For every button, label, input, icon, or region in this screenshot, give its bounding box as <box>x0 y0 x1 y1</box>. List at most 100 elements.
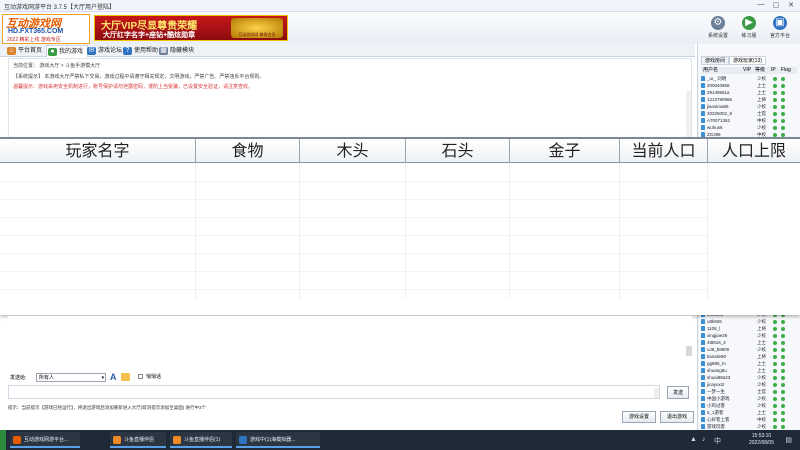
recipient-select[interactable]: 所有人 ▾ <box>36 373 106 382</box>
taskbar-item[interactable]: 斗鱼直播伴侣(1) <box>170 432 232 448</box>
clock-date: 2022/08/05 <box>748 440 774 446</box>
user-rank: 上将 <box>757 326 766 331</box>
game-icon: ▶ <box>742 16 756 30</box>
user-list-item[interactable]: 5_1游客 上士 <box>701 410 797 416</box>
tab-players[interactable]: 游戏玩家(13) <box>729 56 766 65</box>
flag-icon <box>781 91 785 95</box>
system-tray: ▲ ♪ 中 15:53:10 2022/08/05 ▤ <box>686 432 796 448</box>
avatar-icon <box>701 83 705 88</box>
official-platform-button[interactable]: ▣ 官方平台 <box>766 14 794 44</box>
user-list-header: 用户名 VIP 等级 IP Flag <box>701 67 797 74</box>
flag-icon <box>781 341 785 345</box>
avatar-icon <box>701 319 705 324</box>
site-logo[interactable]: 互动游戏网 HD.FXT365.COM 2022 精彩上线 游戏专区 <box>2 14 90 44</box>
user-list-item[interactable]: 29149561a 上士 <box>701 90 797 96</box>
user-list-item[interactable]: A70071362 中校 <box>701 118 797 124</box>
table-row-line <box>0 235 710 236</box>
system-settings-button[interactable]: ⚙ 系统设置 <box>704 14 732 44</box>
clock[interactable]: 15:53:10 2022/08/05 <box>749 433 774 447</box>
user-list-item[interactable]: 小鸡过客 少校 <box>701 403 797 409</box>
status-icon <box>773 98 777 102</box>
folder-icon[interactable] <box>121 373 130 381</box>
user-list-item[interactable]: 心好客上客 中校 <box>701 417 797 423</box>
user-rank: 少校 <box>757 375 766 380</box>
user-list-item[interactable]: jiaosima66 少校 <box>701 104 797 110</box>
user-rank: 上士 <box>757 368 766 373</box>
taskbar-item[interactable]: 斗鱼直播伴侣 <box>110 432 166 448</box>
user-name: shuai88a23 <box>707 375 731 380</box>
tab-home[interactable]: ⌂ 平台首页 <box>6 45 42 57</box>
minimize-button[interactable]: — <box>754 1 768 8</box>
user-list-item[interactable]: shuai88a23 少校 <box>701 375 797 381</box>
vip-banner[interactable]: 大厅VIP尽显尊贵荣耀 大厅红字名字+座钻+酷炫勋章 互动游戏网 尊贵会员 <box>94 15 288 41</box>
game-settings-button[interactable]: 游戏设置 <box>622 411 656 423</box>
taskbar-item[interactable]: 互动游戏网游平台... <box>10 432 80 448</box>
flag-icon <box>781 404 785 408</box>
status-icon <box>773 327 777 331</box>
status-icon <box>773 105 777 109</box>
avatar-icon <box>701 97 705 102</box>
table-body <box>0 163 800 317</box>
message-scrollbar[interactable] <box>654 388 659 398</box>
lower-scrollbar[interactable] <box>686 346 692 356</box>
user-name: 游戏玩客 <box>707 424 725 429</box>
gear-icon: ⚙ <box>711 16 725 30</box>
col-food[interactable]: 食物 <box>196 139 300 163</box>
col-player-name[interactable]: 玩家名字 <box>0 139 196 163</box>
logo-domain: HD.FXT365.COM <box>8 28 64 35</box>
user-list-item[interactable]: 200040956 上士 <box>701 83 797 89</box>
whisper-checkbox[interactable] <box>138 374 143 379</box>
close-button[interactable]: ✕ <box>784 1 798 9</box>
input-method-icon[interactable]: 中 <box>714 436 721 446</box>
user-list-item[interactable]: u8k926 少校 <box>701 319 797 325</box>
taskbar-item[interactable]: 游戏中(1)海模拟器... <box>236 432 320 448</box>
font-icon[interactable]: A <box>110 372 118 382</box>
notification-icon[interactable]: ▤ <box>785 436 792 444</box>
user-list-item[interactable]: xingjiae26 少校 <box>701 333 797 339</box>
avatar-icon <box>701 375 705 380</box>
practice-button[interactable]: ▶ 练习版 <box>735 14 763 44</box>
col-wood[interactable]: 木头 <box>300 139 406 163</box>
avatar-icon <box>701 368 705 373</box>
col-current-population[interactable]: 当前人口 <box>620 139 708 163</box>
table-row-line <box>0 181 710 182</box>
start-button[interactable] <box>0 430 6 450</box>
user-list-item[interactable]: 一梦一生 士官 <box>701 389 797 395</box>
user-list-item[interactable]: 1213790966 上将 <box>701 97 797 103</box>
user-list-item[interactable]: 20225002_9 士官 <box>701 111 797 117</box>
volume-icon[interactable]: ♪ <box>702 436 706 443</box>
user-list-item[interactable]: tianxile90 上将 <box>701 354 797 360</box>
user-rank: 少校 <box>757 319 766 324</box>
message-input[interactable] <box>8 385 660 399</box>
user-list-item[interactable]: _ur_ 刘明 少校 <box>701 76 797 82</box>
status-icon <box>773 112 777 116</box>
user-list-item[interactable]: gg885_m 上士 <box>701 361 797 367</box>
send-button[interactable]: 发送 <box>667 386 689 399</box>
user-list-item[interactable]: jicayuxi2 少校 <box>701 382 797 388</box>
tab-hide-module[interactable]: ▦ 隐藏模块 <box>158 45 194 57</box>
avatar-icon <box>701 403 705 408</box>
col-population-cap[interactable]: 人口上限 <box>708 139 800 163</box>
exit-game-button[interactable]: 退出游戏 <box>660 411 694 423</box>
col-stone[interactable]: 石头 <box>406 139 510 163</box>
maximize-button[interactable]: ▢ <box>769 1 783 9</box>
tab-forum[interactable]: ✉ 游戏论坛 <box>86 45 122 57</box>
col-gold[interactable]: 金子 <box>510 139 620 163</box>
app-icon <box>173 436 181 444</box>
status-icon <box>773 320 777 324</box>
whisper-label: 悄悄话 <box>146 374 162 380</box>
user-list-item[interactable]: uJ8_b8800 少校 <box>701 347 797 353</box>
network-icon[interactable]: ▲ <box>690 436 697 443</box>
tab-my-games[interactable]: ● 我的游戏 <box>46 45 89 57</box>
flag-icon <box>781 425 785 429</box>
user-list-item[interactable]: 中国小游戏 少校 <box>701 396 797 402</box>
user-list-item[interactable]: 4t8916_2 上士 <box>701 340 797 346</box>
user-list-item[interactable]: wuhus6 少校 <box>701 125 797 131</box>
chat-scrollbar[interactable] <box>686 91 691 139</box>
header-band: 互动游戏网 HD.FXT365.COM 2022 精彩上线 游戏专区 大厅VIP… <box>0 12 800 44</box>
tab-help[interactable]: ? 使用帮助 <box>122 45 158 57</box>
user-list-item[interactable]: shuang8u 上士 <box>701 368 797 374</box>
user-name: jiaosima66 <box>707 104 729 109</box>
tab-game-room[interactable]: 游戏房间 <box>701 56 730 65</box>
user-list-item[interactable]: 1108_l 上将 <box>701 326 797 332</box>
